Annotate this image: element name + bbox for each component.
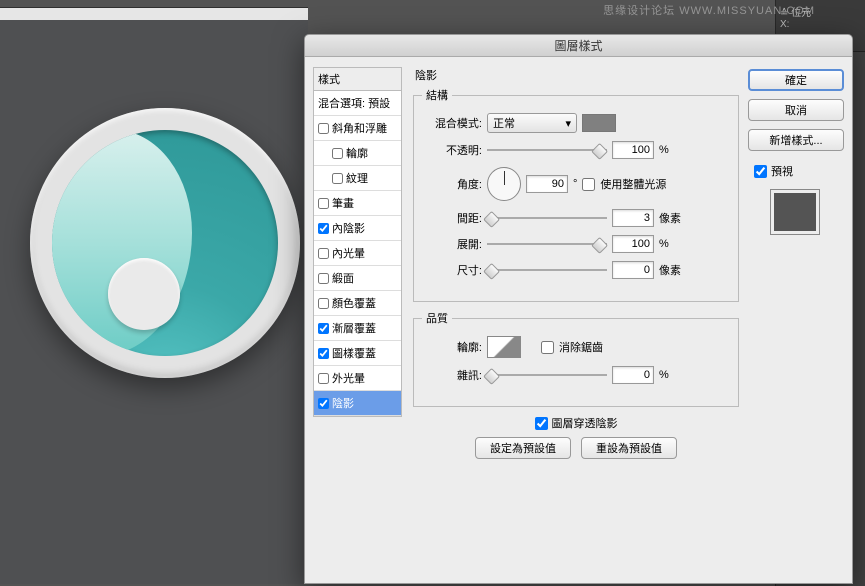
style-item[interactable]: 內陰影 — [314, 216, 401, 241]
styles-header: 樣式 — [313, 67, 402, 90]
settings-column: 陰影 結構 混合模式: 正常 ▾ 不透明: % — [407, 57, 744, 583]
size-label: 尺寸: — [422, 262, 482, 278]
angle-dial[interactable] — [487, 167, 521, 201]
knockout-checkbox[interactable] — [535, 417, 548, 430]
angle-label: 角度: — [422, 176, 482, 192]
style-item-label: 顏色覆蓋 — [332, 295, 376, 311]
antialias-checkbox[interactable] — [541, 341, 554, 354]
contour-label: 輪廓: — [422, 339, 482, 355]
reset-default-button[interactable]: 重設為預設值 — [581, 437, 677, 459]
shadow-color-swatch[interactable] — [582, 114, 616, 132]
section-title: 陰影 — [413, 67, 739, 83]
new-style-button[interactable]: 新增樣式... — [748, 129, 844, 151]
quality-legend: 品質 — [422, 310, 452, 326]
styles-column: 樣式 混合選項: 預設 斜角和浮雕輪廓紋理筆畫內陰影內光暈緞面顏色覆蓋漸層覆蓋圖… — [305, 57, 407, 583]
noise-input[interactable] — [612, 366, 654, 384]
spread-label: 展開: — [422, 236, 482, 252]
structure-legend: 結構 — [422, 87, 452, 103]
style-item-checkbox[interactable] — [318, 248, 329, 259]
layer-style-dialog: 圖層樣式 樣式 混合選項: 預設 斜角和浮雕輪廓紋理筆畫內陰影內光暈緞面顏色覆蓋… — [304, 34, 853, 584]
style-item-label: 斜角和浮雕 — [332, 120, 387, 136]
opacity-unit: % — [659, 144, 669, 156]
ok-button[interactable]: 確定 — [748, 69, 844, 91]
style-item-checkbox[interactable] — [318, 123, 329, 134]
distance-label: 間距: — [422, 210, 482, 226]
icon-preview-outer — [30, 108, 300, 378]
quality-fieldset: 品質 輪廓: 消除鋸齒 雜訊: % — [413, 310, 739, 407]
style-item[interactable]: 輪廓 — [314, 141, 401, 166]
style-item-checkbox[interactable] — [318, 323, 329, 334]
structure-fieldset: 結構 混合模式: 正常 ▾ 不透明: % — [413, 87, 739, 302]
noise-label: 雜訊: — [422, 367, 482, 383]
watermark-text: 思缘设计论坛 WWW.MISSYUAN.COM — [603, 2, 815, 18]
style-item-checkbox[interactable] — [318, 273, 329, 284]
style-item-label: 外光暈 — [332, 370, 365, 386]
spread-unit: % — [659, 238, 669, 250]
style-item-checkbox[interactable] — [318, 223, 329, 234]
style-item-checkbox[interactable] — [318, 398, 329, 409]
style-item-label: 緞面 — [332, 270, 354, 286]
knockout-label: 圖層穿透陰影 — [552, 415, 618, 431]
style-item-checkbox[interactable] — [318, 348, 329, 359]
style-item[interactable]: 外光暈 — [314, 366, 401, 391]
size-unit: 像素 — [659, 262, 681, 278]
style-item[interactable]: 陰影 — [314, 391, 401, 416]
spread-slider[interactable] — [487, 237, 607, 251]
style-item[interactable]: 圖樣覆蓋 — [314, 341, 401, 366]
opacity-slider[interactable] — [487, 143, 607, 157]
noise-unit: % — [659, 369, 669, 381]
blend-mode-label: 混合模式: — [422, 115, 482, 131]
style-item-label: 漸層覆蓋 — [332, 320, 376, 336]
preview-label: 預視 — [771, 163, 793, 179]
blend-mode-dropdown[interactable]: 正常 ▾ — [487, 113, 577, 133]
cancel-button[interactable]: 取消 — [748, 99, 844, 121]
make-default-button[interactable]: 設定為預設值 — [475, 437, 571, 459]
contour-picker[interactable] — [487, 336, 521, 358]
preview-swatch — [770, 189, 820, 235]
angle-degree: ° — [573, 178, 577, 190]
distance-slider[interactable] — [487, 211, 607, 225]
preview-checkbox[interactable] — [754, 165, 767, 178]
style-item-checkbox[interactable] — [318, 373, 329, 384]
icon-dot — [108, 258, 180, 330]
distance-input[interactable] — [612, 209, 654, 227]
style-item-label: 內陰影 — [332, 220, 365, 236]
style-item-label: 陰影 — [332, 395, 354, 411]
size-input[interactable] — [612, 261, 654, 279]
angle-input[interactable] — [526, 175, 568, 193]
action-column: 確定 取消 新增樣式... 預視 — [744, 57, 852, 583]
style-item[interactable]: 緞面 — [314, 266, 401, 291]
style-item-label: 圖樣覆蓋 — [332, 345, 376, 361]
style-item-label: 輪廓 — [346, 145, 368, 161]
style-item-checkbox[interactable] — [332, 148, 343, 159]
spread-input[interactable] — [612, 235, 654, 253]
canvas-area — [0, 7, 308, 584]
opacity-label: 不透明: — [422, 142, 482, 158]
dialog-title[interactable]: 圖層樣式 — [305, 35, 852, 57]
size-slider[interactable] — [487, 263, 607, 277]
style-item[interactable]: 斜角和浮雕 — [314, 116, 401, 141]
noise-slider[interactable] — [487, 368, 607, 382]
styles-list: 混合選項: 預設 斜角和浮雕輪廓紋理筆畫內陰影內光暈緞面顏色覆蓋漸層覆蓋圖樣覆蓋… — [313, 90, 402, 417]
distance-unit: 像素 — [659, 210, 681, 226]
style-item[interactable]: 漸層覆蓋 — [314, 316, 401, 341]
style-item[interactable]: 內光暈 — [314, 241, 401, 266]
style-item-checkbox[interactable] — [318, 198, 329, 209]
style-item[interactable]: 顏色覆蓋 — [314, 291, 401, 316]
style-item-label: 筆畫 — [332, 195, 354, 211]
global-light-label: 使用整體光源 — [600, 176, 666, 192]
icon-preview-inner — [52, 130, 278, 356]
chevron-down-icon: ▾ — [565, 117, 571, 130]
blend-options-item[interactable]: 混合選項: 預設 — [314, 91, 401, 116]
style-item-label: 紋理 — [346, 170, 368, 186]
style-item-checkbox[interactable] — [318, 298, 329, 309]
style-item-label: 內光暈 — [332, 245, 365, 261]
blend-mode-value: 正常 — [493, 115, 515, 131]
style-item-checkbox[interactable] — [332, 173, 343, 184]
style-item[interactable]: 紋理 — [314, 166, 401, 191]
antialias-label: 消除鋸齒 — [559, 339, 603, 355]
style-item[interactable]: 筆畫 — [314, 191, 401, 216]
global-light-checkbox[interactable] — [582, 178, 595, 191]
opacity-input[interactable] — [612, 141, 654, 159]
